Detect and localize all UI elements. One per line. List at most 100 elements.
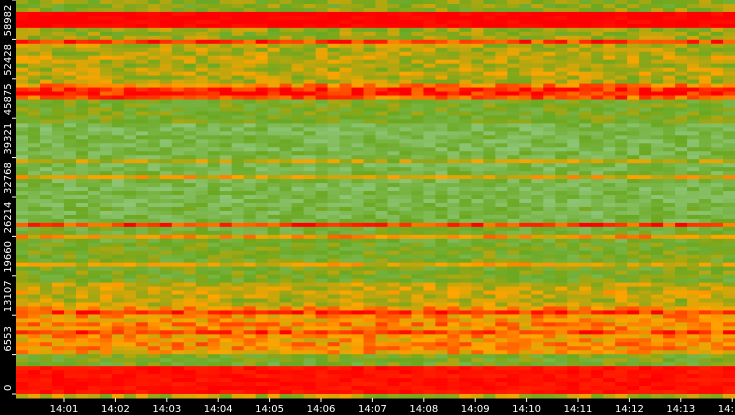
heatmap-cell bbox=[519, 282, 532, 288]
heatmap-cell bbox=[123, 39, 137, 45]
heatmap-cell bbox=[123, 294, 137, 299]
heatmap-cell bbox=[171, 95, 185, 100]
heatmap-cell bbox=[579, 218, 592, 224]
heatmap-cell bbox=[291, 250, 305, 256]
heatmap-cell bbox=[291, 159, 305, 164]
heatmap-cell bbox=[687, 179, 700, 184]
heatmap-cell bbox=[291, 302, 305, 307]
heatmap-cell bbox=[111, 39, 125, 45]
heatmap-cell bbox=[87, 115, 101, 120]
heatmap-cell bbox=[303, 155, 317, 160]
heatmap-cell bbox=[267, 258, 281, 264]
heatmap-cell bbox=[75, 67, 89, 73]
heatmap-cell bbox=[123, 262, 137, 268]
heatmap-cell bbox=[207, 310, 221, 315]
heatmap-cell bbox=[579, 111, 592, 116]
heatmap-cell bbox=[183, 314, 197, 319]
heatmap-cell bbox=[399, 151, 412, 156]
heatmap-cell bbox=[675, 250, 688, 256]
heatmap-cell bbox=[711, 175, 724, 180]
heatmap-cell bbox=[243, 167, 257, 172]
heatmap-cell bbox=[147, 107, 161, 112]
heatmap-cell bbox=[555, 27, 568, 33]
heatmap-cell bbox=[651, 79, 664, 85]
heatmap-cell bbox=[195, 159, 209, 164]
heatmap-cell bbox=[531, 262, 544, 268]
heatmap-cell bbox=[447, 111, 460, 116]
heatmap-cell bbox=[99, 139, 113, 144]
heatmap-cell bbox=[99, 95, 113, 100]
heatmap-cell bbox=[195, 95, 209, 100]
heatmap-cell bbox=[123, 131, 137, 136]
heatmap-cell bbox=[255, 51, 269, 57]
heatmap-cell bbox=[123, 143, 137, 148]
heatmap-cell bbox=[687, 27, 700, 33]
heatmap-cell bbox=[399, 139, 412, 144]
heatmap-cell bbox=[63, 59, 77, 65]
heatmap-cell bbox=[183, 127, 197, 132]
heatmap-cell bbox=[315, 238, 329, 244]
heatmap-cell bbox=[195, 294, 209, 299]
heatmap-cell bbox=[351, 55, 365, 61]
heatmap-cell bbox=[519, 131, 532, 136]
heatmap-cell bbox=[219, 222, 233, 228]
heatmap-cell bbox=[303, 151, 317, 156]
heatmap-cell bbox=[339, 31, 353, 37]
heatmap-cell bbox=[171, 131, 185, 136]
heatmap-cell bbox=[603, 111, 616, 116]
heatmap-cell bbox=[231, 282, 245, 288]
heatmap-cell bbox=[447, 83, 460, 89]
heatmap-cell bbox=[471, 294, 484, 299]
heatmap-cell bbox=[399, 206, 412, 212]
heatmap-cell bbox=[495, 131, 508, 136]
heatmap-cell bbox=[603, 274, 616, 280]
heatmap-cell bbox=[495, 139, 508, 144]
heatmap-cell bbox=[219, 274, 233, 280]
heatmap-cell bbox=[459, 147, 472, 152]
heatmap-cell bbox=[279, 278, 293, 284]
heatmap-cell bbox=[327, 322, 341, 327]
heatmap-cell bbox=[255, 202, 269, 208]
heatmap-cell bbox=[435, 322, 448, 327]
heatmap-cell bbox=[447, 115, 460, 120]
heatmap-cell bbox=[579, 27, 592, 33]
heatmap-cell bbox=[351, 119, 365, 124]
heatmap-cell bbox=[675, 318, 688, 323]
heatmap-cell bbox=[387, 71, 400, 77]
heatmap-cell bbox=[231, 67, 245, 73]
heatmap-cell bbox=[507, 167, 520, 172]
heatmap-cell bbox=[447, 147, 460, 152]
heatmap-cell bbox=[207, 111, 221, 116]
heatmap-cell bbox=[351, 286, 365, 292]
heatmap-cell bbox=[687, 119, 700, 124]
heatmap-cell bbox=[339, 51, 353, 57]
heatmap-cell bbox=[231, 143, 245, 148]
heatmap-cell bbox=[447, 218, 460, 224]
heatmap-cell bbox=[219, 159, 233, 164]
heatmap-cell bbox=[315, 71, 329, 77]
heatmap-cell bbox=[423, 191, 436, 196]
heatmap-cell bbox=[315, 310, 329, 315]
heatmap-cell bbox=[447, 326, 460, 331]
heatmap-cell bbox=[591, 147, 604, 152]
heatmap-cell bbox=[495, 39, 508, 45]
heatmap-cell bbox=[459, 127, 472, 132]
heatmap-cell bbox=[471, 322, 484, 327]
heatmap-cell bbox=[447, 71, 460, 77]
heatmap-cell bbox=[447, 282, 460, 288]
heatmap-cell bbox=[147, 39, 161, 45]
heatmap-cell bbox=[531, 254, 544, 260]
heatmap-cell bbox=[663, 310, 676, 315]
heatmap-cell bbox=[483, 99, 496, 104]
heatmap-cell bbox=[255, 306, 269, 311]
heatmap-cell bbox=[315, 179, 329, 184]
heatmap-cell bbox=[483, 310, 496, 315]
heatmap-cell bbox=[99, 250, 113, 256]
heatmap-cell bbox=[627, 159, 640, 164]
heatmap-cell bbox=[27, 143, 41, 148]
heatmap-cell bbox=[435, 11, 448, 17]
heatmap-cell bbox=[531, 298, 544, 303]
heatmap-cell bbox=[411, 119, 424, 124]
heatmap-cell bbox=[27, 39, 41, 45]
heatmap-cell bbox=[147, 318, 161, 323]
